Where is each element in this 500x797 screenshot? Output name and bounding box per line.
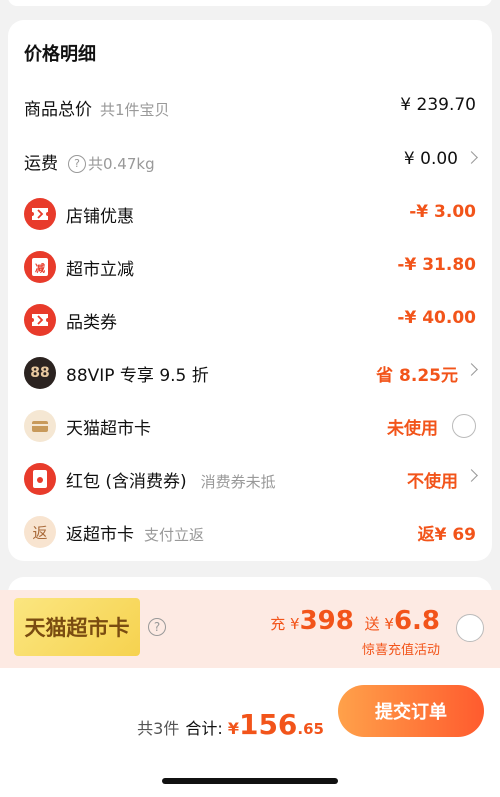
gift-amount: 6.8 xyxy=(393,606,440,636)
supermarket-reduce-label: 超市立减 xyxy=(66,260,134,280)
total-goods-value: ¥ 239.70 xyxy=(400,95,476,115)
vip-saving-value: 省 8.25元 xyxy=(376,366,458,386)
card-icon xyxy=(24,410,56,442)
question-icon[interactable]: ? xyxy=(68,154,86,173)
total-label: 合计: xyxy=(185,719,223,738)
tmall-card-radio[interactable] xyxy=(452,414,476,438)
shipping-value: ¥ 0.00 xyxy=(403,149,458,169)
vip-88-icon: 88 xyxy=(24,357,56,389)
coupon-icon xyxy=(24,304,56,336)
supermarket-reduce-value: -¥ 31.80 xyxy=(397,255,476,275)
category-coupon-label: 品类券 xyxy=(66,313,117,333)
submit-order-button[interactable]: 提交订单 xyxy=(338,685,484,737)
shipping-label: 运费 xyxy=(24,154,58,174)
reduce-icon: 减 xyxy=(24,251,56,283)
row-total-goods: 商品总价 共1件宝贝 ¥ 239.70 xyxy=(8,79,492,132)
red-packet-note: 消费券未抵 xyxy=(200,473,276,491)
row-shipping[interactable]: 运费? 共0.47kg ¥ 0.00 xyxy=(8,133,492,186)
row-tmall-card[interactable]: 天猫超市卡 未使用 xyxy=(8,398,492,451)
recharge-amount: 398 xyxy=(299,606,354,636)
row-category-coupon[interactable]: 品类券 -¥ 40.00 xyxy=(8,292,492,345)
chevron-right-icon xyxy=(465,469,478,482)
home-indicator xyxy=(162,778,338,784)
row-store-discount[interactable]: 店铺优惠 -¥ 3.00 xyxy=(8,186,492,239)
question-icon[interactable]: ? xyxy=(148,618,166,636)
store-discount-label: 店铺优惠 xyxy=(66,207,134,227)
item-count: 共3件 xyxy=(137,719,180,738)
coupon-icon xyxy=(24,198,56,230)
category-coupon-value: -¥ 40.00 xyxy=(397,308,476,328)
return-card-value: 返¥ 69 xyxy=(417,525,476,545)
tmall-supermarket-card-badge: 天猫超市卡 xyxy=(14,598,140,656)
vip-label: 88VIP 专享 9.5 折 xyxy=(66,366,209,386)
promo-subtitle: 惊喜充值活动 xyxy=(361,643,440,658)
total-goods-count: 共1件宝贝 xyxy=(100,101,170,119)
red-packet-icon xyxy=(24,463,56,495)
order-total: 共3件 合计: ¥156.65 xyxy=(137,708,324,741)
recharge-offer: 充 ¥398 送 ¥6.8 xyxy=(270,606,440,636)
row-supermarket-reduce[interactable]: 减 超市立减 -¥ 31.80 xyxy=(8,239,492,292)
chevron-right-icon xyxy=(465,151,478,164)
row-red-packet[interactable]: 红包 (含消费券) 消费券未抵 不使用 xyxy=(8,451,492,504)
return-card-label: 返超市卡 xyxy=(66,525,134,545)
tmall-card-label: 天猫超市卡 xyxy=(66,419,151,439)
shipping-weight: 共0.47kg xyxy=(88,155,155,173)
row-88vip[interactable]: 88 88VIP 专享 9.5 折 省 8.25元 xyxy=(8,345,492,398)
recharge-radio[interactable] xyxy=(456,614,484,642)
return-card-note: 支付立返 xyxy=(144,526,205,544)
red-packet-status: 不使用 xyxy=(407,472,458,492)
row-return-card: 返 返超市卡 支付立返 返¥ 69 xyxy=(8,504,492,557)
red-packet-label: 红包 (含消费券) xyxy=(66,472,187,492)
previous-card xyxy=(8,0,492,6)
tmall-card-status: 未使用 xyxy=(387,419,438,439)
store-discount-value: -¥ 3.00 xyxy=(409,202,476,222)
price-detail-card: 价格明细 商品总价 共1件宝贝 ¥ 239.70 运费? 共0.47kg ¥ 0.0… xyxy=(8,20,492,561)
recharge-promo-bar[interactable]: 天猫超市卡 ? 充 ¥398 送 ¥6.8 惊喜充值活动 xyxy=(0,590,500,668)
card-title: 价格明细 xyxy=(24,44,96,65)
return-icon: 返 xyxy=(24,516,56,548)
total-amount: ¥156.65 xyxy=(227,708,324,741)
chevron-right-icon xyxy=(465,363,478,376)
total-goods-label: 商品总价 xyxy=(24,100,92,120)
